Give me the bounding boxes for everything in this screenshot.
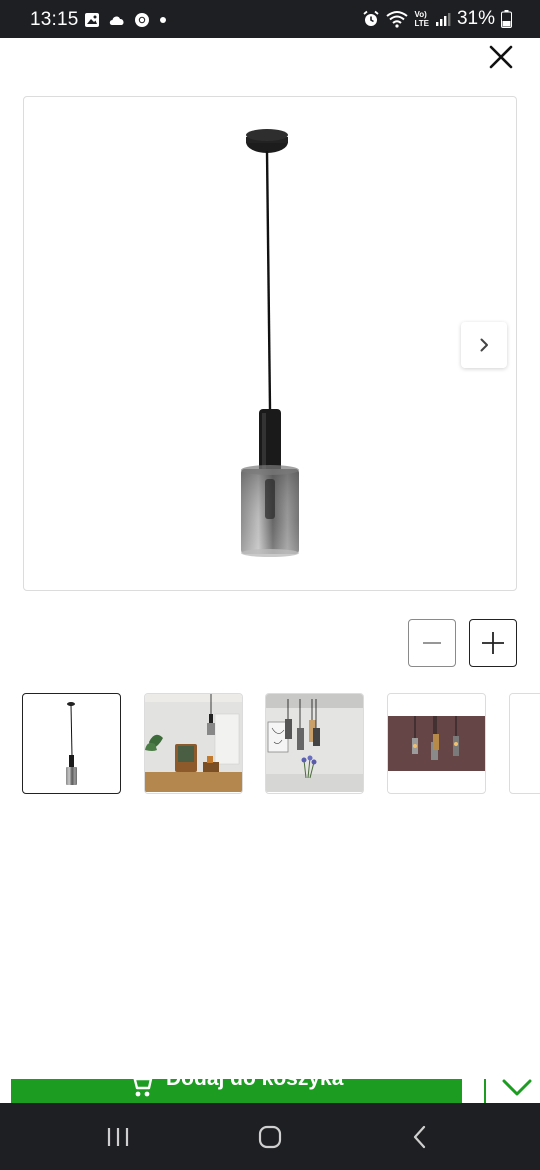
zoom-out-button[interactable] xyxy=(408,619,456,667)
battery-percent: 31% xyxy=(456,8,495,29)
thumbnail-living-room[interactable] xyxy=(144,693,243,794)
thumbnail-three-lamps-dining[interactable] xyxy=(265,693,364,794)
cloud-icon xyxy=(109,16,124,25)
close-icon xyxy=(489,45,513,69)
back-icon xyxy=(413,1125,426,1149)
thumbnail-strip xyxy=(22,693,540,795)
main-product-image-frame[interactable] xyxy=(23,96,517,591)
next-image-button[interactable] xyxy=(461,322,507,368)
battery-icon xyxy=(501,10,512,28)
add-to-cart-button[interactable]: Dodaj do koszyka xyxy=(11,1079,462,1103)
thumbnail-three-lamps-dark[interactable] xyxy=(387,693,486,794)
close-button[interactable] xyxy=(484,40,518,74)
thumbnail-partial[interactable] xyxy=(509,693,540,794)
dot-icon xyxy=(160,17,166,23)
cart-icon xyxy=(133,1079,153,1097)
signal-icon xyxy=(435,13,451,26)
chrome-icon xyxy=(135,13,149,27)
status-right: Vo) LTE 31% xyxy=(362,8,512,30)
status-left-icons xyxy=(84,11,168,29)
back-button[interactable] xyxy=(400,1121,440,1153)
system-navigation-bar xyxy=(0,1103,540,1170)
expand-button[interactable] xyxy=(500,1077,534,1099)
pendant-lamp-image xyxy=(241,129,299,557)
recent-apps-icon xyxy=(107,1128,129,1146)
home-button[interactable] xyxy=(250,1121,290,1153)
volte-label-bottom: LTE xyxy=(414,19,429,28)
status-bar: 13:15 Vo) LTE 31% xyxy=(0,0,540,38)
recent-apps-button[interactable] xyxy=(98,1121,138,1153)
status-time: 13:15 xyxy=(30,9,79,30)
thumbnail-product[interactable] xyxy=(22,693,121,794)
plus-icon xyxy=(482,632,504,654)
chevron-down-icon xyxy=(502,1079,532,1096)
volte-label-top: Vo) xyxy=(414,10,427,19)
volte-icon: Vo) LTE xyxy=(414,10,429,28)
wifi-icon xyxy=(386,11,409,28)
chevron-right-icon xyxy=(480,338,488,352)
cart-bar-divider xyxy=(484,1079,486,1103)
add-to-cart-label: Dodaj do koszyka xyxy=(166,1079,343,1091)
alarm-icon xyxy=(363,10,380,26)
zoom-in-button[interactable] xyxy=(469,619,517,667)
image-icon xyxy=(85,13,99,27)
minus-icon xyxy=(423,642,441,644)
home-icon xyxy=(258,1125,282,1149)
